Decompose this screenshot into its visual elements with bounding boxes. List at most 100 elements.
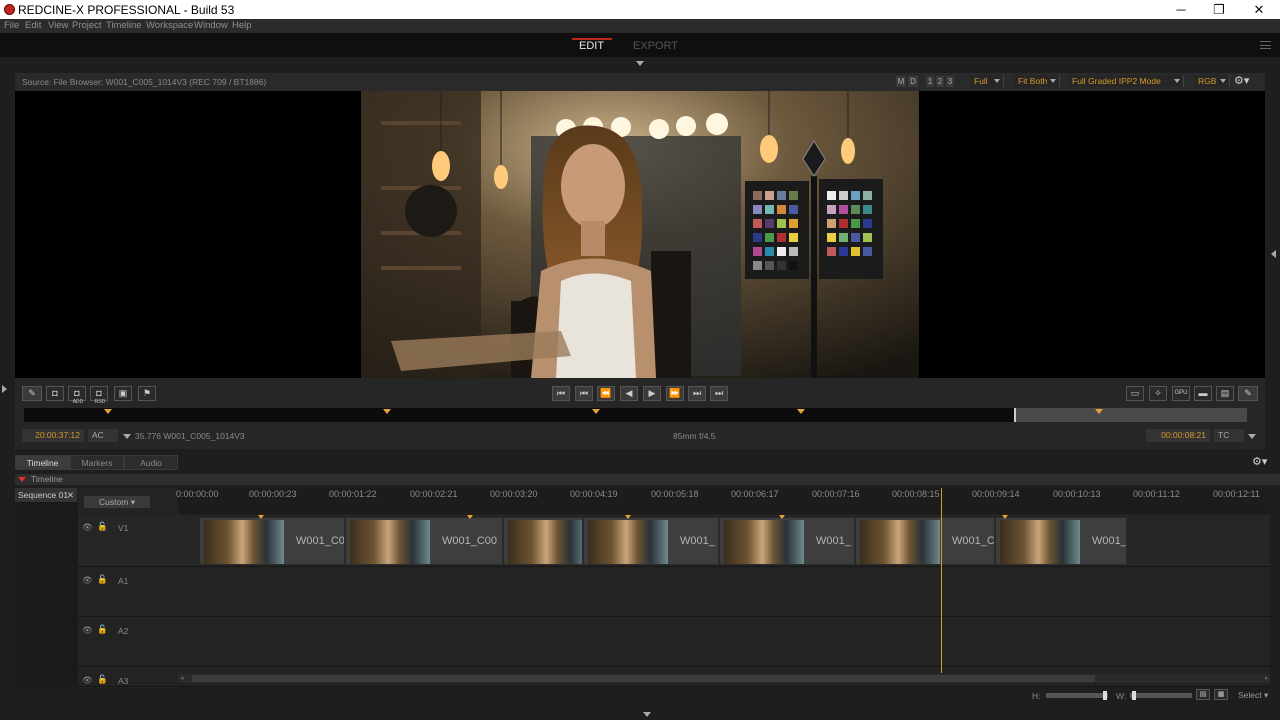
widescreen-icon[interactable]: ▬ bbox=[1194, 386, 1212, 401]
monitor-icon[interactable]: ▭ bbox=[1126, 386, 1144, 401]
next-clip-icon[interactable]: ⏭ bbox=[688, 386, 706, 401]
timeline-clip[interactable]: W001_ bbox=[583, 517, 719, 565]
scroll-right-icon[interactable]: ▸ bbox=[1265, 674, 1269, 682]
width-slider[interactable] bbox=[1130, 693, 1192, 698]
snapshot-rsd-icon[interactable]: ◘ RSD bbox=[90, 386, 108, 405]
menu-edit[interactable]: Edit bbox=[25, 20, 41, 31]
timeline-header[interactable]: Timeline bbox=[15, 474, 1280, 485]
height-slider-handle[interactable] bbox=[1103, 691, 1107, 700]
timeline-playhead[interactable] bbox=[941, 488, 942, 673]
clip-marker-icon[interactable] bbox=[467, 515, 473, 519]
timeline-clip[interactable]: W001_C00 bbox=[345, 517, 503, 565]
eye-icon[interactable]: 👁 bbox=[82, 575, 93, 586]
step-back-icon[interactable]: ◀ bbox=[620, 386, 638, 401]
view-mode-alt-icon[interactable]: ▦ bbox=[1214, 689, 1228, 700]
menu-window[interactable]: Window bbox=[194, 20, 228, 31]
menu-view[interactable]: View bbox=[48, 20, 68, 31]
tab-timeline[interactable]: Timeline bbox=[15, 455, 70, 470]
tab-markers[interactable]: Markers bbox=[70, 455, 124, 470]
clip-marker-icon[interactable] bbox=[1002, 515, 1008, 519]
timeline-clip[interactable] bbox=[503, 517, 583, 565]
filmstrip-icon[interactable]: ▤ bbox=[1216, 386, 1234, 401]
width-slider-handle[interactable] bbox=[1132, 691, 1136, 700]
snapshot-add-icon[interactable]: ◘ ADD bbox=[68, 386, 86, 405]
maximize-button[interactable]: ❐ bbox=[1200, 0, 1238, 19]
annotate-icon[interactable]: ✎ bbox=[22, 386, 42, 401]
fit-select[interactable]: Fit Both bbox=[1014, 75, 1060, 87]
sequence-tab[interactable]: Sequence 01 ✕ bbox=[15, 488, 77, 502]
overlay-icon[interactable]: ▣ bbox=[114, 386, 132, 401]
height-slider[interactable] bbox=[1046, 693, 1108, 698]
tab-export[interactable]: EXPORT bbox=[633, 40, 678, 52]
eye-icon[interactable]: 👁 bbox=[82, 522, 93, 533]
timeline-clip[interactable]: W001_C bbox=[855, 517, 995, 565]
collapse-triangle-icon[interactable] bbox=[18, 477, 26, 482]
timecode-mode-select[interactable]: AC bbox=[88, 429, 118, 442]
clip-marker-icon[interactable] bbox=[625, 515, 631, 519]
left-panel-expand-icon[interactable] bbox=[2, 385, 7, 393]
close-button[interactable]: ✕ bbox=[1240, 0, 1278, 19]
flag-icon[interactable]: ⚑ bbox=[138, 386, 156, 401]
eye-icon[interactable]: 👁 bbox=[82, 625, 93, 636]
track-a1[interactable] bbox=[78, 567, 1270, 617]
viewer-settings-gear-icon[interactable]: ⚙▾ bbox=[1234, 75, 1254, 87]
menu-help[interactable]: Help bbox=[232, 20, 252, 31]
chevron-down-icon[interactable] bbox=[1248, 434, 1256, 439]
clip-marker-icon[interactable] bbox=[258, 515, 264, 519]
rewind-icon[interactable]: ⏪ bbox=[597, 386, 615, 401]
previous-clip-icon[interactable]: ⏮ bbox=[575, 386, 593, 401]
view-mode-icon[interactable]: ▤ bbox=[1196, 689, 1210, 700]
lock-icon[interactable]: 🔓 bbox=[97, 674, 108, 685]
select-tool-dropdown[interactable]: Select ▾ bbox=[1238, 690, 1268, 701]
fast-forward-icon[interactable]: ⏩ bbox=[666, 386, 684, 401]
track-a2[interactable] bbox=[78, 617, 1270, 667]
channel-select[interactable]: RGB bbox=[1194, 75, 1230, 87]
snapshot-icon[interactable]: ◘ bbox=[46, 386, 64, 401]
chevron-down-icon[interactable] bbox=[123, 434, 131, 439]
marker-icon[interactable] bbox=[1095, 409, 1103, 414]
timeline-clip[interactable]: W001_ bbox=[995, 517, 1127, 565]
view-1-button[interactable]: 1 bbox=[926, 76, 934, 87]
lock-icon[interactable]: 🔓 bbox=[97, 624, 108, 635]
eye-icon[interactable]: 👁 bbox=[82, 675, 93, 686]
wand-icon[interactable]: ✧ bbox=[1149, 386, 1167, 401]
tc-mode-select[interactable]: TC bbox=[1214, 429, 1244, 442]
marker-icon[interactable] bbox=[104, 409, 112, 414]
timeline-settings-gear-icon[interactable]: ⚙▾ bbox=[1252, 455, 1274, 468]
panel-menu-icon[interactable] bbox=[1260, 41, 1271, 49]
gpu-icon[interactable]: GPU bbox=[1172, 386, 1190, 401]
timeline-clip[interactable]: W001_ bbox=[719, 517, 855, 565]
tab-edit[interactable]: EDIT bbox=[579, 40, 604, 52]
scrub-playhead-region[interactable] bbox=[1014, 408, 1247, 422]
menu-project[interactable]: Project bbox=[72, 20, 102, 31]
menu-file[interactable]: File bbox=[4, 20, 19, 31]
close-icon[interactable]: ✕ bbox=[67, 488, 74, 502]
go-to-end-icon[interactable]: ⏭ bbox=[710, 386, 728, 401]
tab-audio[interactable]: Audio bbox=[124, 455, 178, 470]
clip-marker-icon[interactable] bbox=[779, 515, 785, 519]
marker-icon[interactable] bbox=[797, 409, 805, 414]
lock-icon[interactable]: 🔓 bbox=[97, 521, 108, 532]
marker-icon[interactable] bbox=[383, 409, 391, 414]
render-mode-select[interactable]: Full Graded IPP2 Mode bbox=[1068, 75, 1184, 87]
collapse-arrow-icon[interactable] bbox=[636, 61, 644, 66]
go-to-start-icon[interactable]: ⏮ bbox=[552, 386, 570, 401]
timeline-preset-select[interactable]: Custom ▾ bbox=[84, 496, 150, 508]
timeline-scrollbar-thumb[interactable] bbox=[192, 675, 1095, 682]
m-button[interactable]: M bbox=[896, 76, 906, 87]
play-icon[interactable]: ▶ bbox=[643, 386, 661, 401]
timeline-clip[interactable]: W001_C0 bbox=[199, 517, 345, 565]
view-2-button[interactable]: 2 bbox=[936, 76, 944, 87]
quality-select[interactable]: Full bbox=[970, 75, 1004, 87]
minimize-button[interactable]: ─ bbox=[1162, 0, 1200, 19]
menu-workspace[interactable]: Workspace bbox=[146, 20, 193, 31]
menu-timeline[interactable]: Timeline bbox=[106, 20, 142, 31]
lock-icon[interactable]: 🔓 bbox=[97, 574, 108, 585]
scroll-left-icon[interactable]: ◂ bbox=[180, 674, 184, 682]
d-button[interactable]: D bbox=[908, 76, 918, 87]
right-panel-expand-icon[interactable] bbox=[1271, 250, 1276, 258]
bottom-collapse-arrow-icon[interactable] bbox=[643, 712, 651, 717]
marker-icon[interactable] bbox=[592, 409, 600, 414]
view-3-button[interactable]: 3 bbox=[946, 76, 954, 87]
annotate-right-icon[interactable]: ✎ bbox=[1238, 386, 1258, 401]
